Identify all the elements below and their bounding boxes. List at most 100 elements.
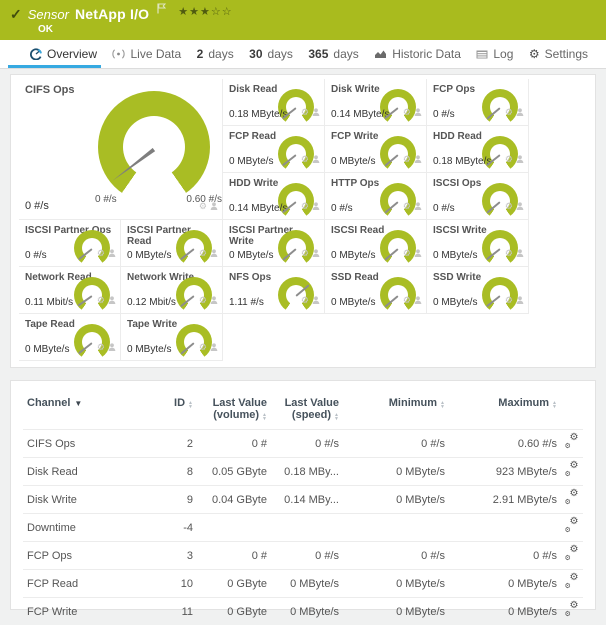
channel-settings-icon[interactable]: ⚙⚙	[566, 604, 579, 616]
sort-icon[interactable]: ▲▼	[188, 401, 193, 409]
gear-icon[interactable]: ⚙	[403, 249, 411, 258]
person-icon[interactable]	[516, 150, 524, 168]
sort-icon[interactable]: ▲▼	[440, 401, 445, 409]
gear-icon[interactable]: ⚙	[403, 108, 411, 117]
person-icon[interactable]	[414, 150, 422, 168]
tab-historic-data[interactable]: Historic Data	[374, 40, 461, 68]
sort-icon[interactable]: ▲▼	[262, 413, 267, 421]
tab-2-days[interactable]: 2 days	[197, 40, 234, 68]
table-row[interactable]: FCP Read 10 0 GByte 0 MByte/s 0 MByte/s …	[23, 570, 583, 598]
table-row[interactable]: CIFS Ops 2 0 # 0 #/s 0 #/s 0.60 #/s ⚙⚙	[23, 430, 583, 458]
person-icon[interactable]	[312, 150, 320, 168]
sort-icon[interactable]: ▲▼	[334, 413, 339, 421]
gear-icon[interactable]: ⚙	[199, 343, 207, 352]
tab-settings[interactable]: ⚙ Settings	[529, 40, 588, 68]
status-badge: OK	[38, 24, 596, 35]
gear-icon[interactable]: ⚙	[199, 249, 207, 258]
table-row[interactable]: Disk Read 8 0.05 GByte 0.18 MBy... 0 MBy…	[23, 458, 583, 486]
col-header-channel[interactable]: Channel▼	[23, 391, 151, 430]
gauge-value: 0 #/s	[433, 203, 455, 214]
person-icon[interactable]	[108, 244, 116, 262]
sort-icon[interactable]: ▲▼	[552, 401, 557, 409]
gear-icon[interactable]: ⚙	[199, 296, 207, 305]
gauge-value: 0 MByte/s	[127, 344, 171, 355]
col-header-minimum[interactable]: Minimum▲▼	[343, 391, 449, 430]
cell-maximum: 0 MByte/s	[449, 570, 561, 598]
col-header-last-value-speed[interactable]: Last Value (speed)▲▼	[271, 391, 343, 430]
person-icon[interactable]	[516, 244, 524, 262]
tab-overview[interactable]: Overview	[30, 40, 97, 68]
gear-icon[interactable]: ⚙	[301, 108, 309, 117]
person-icon[interactable]	[210, 291, 218, 309]
col-header-maximum[interactable]: Maximum▲▼	[449, 391, 561, 430]
tab-number: 365	[308, 47, 328, 61]
tab-live-data[interactable]: Live Data	[112, 40, 181, 68]
person-icon[interactable]	[516, 291, 524, 309]
person-icon[interactable]	[108, 291, 116, 309]
channel-settings-icon[interactable]: ⚙⚙	[566, 492, 579, 504]
table-row[interactable]: Disk Write 9 0.04 GByte 0.14 MBy... 0 MB…	[23, 486, 583, 514]
tab-30-days[interactable]: 30 days	[249, 40, 293, 68]
gear-icon[interactable]: ⚙	[97, 296, 105, 305]
person-icon[interactable]	[414, 197, 422, 215]
cell-maximum: 0 #/s	[449, 542, 561, 570]
person-icon[interactable]	[312, 197, 320, 215]
gear-icon[interactable]: ⚙	[403, 155, 411, 164]
person-icon[interactable]	[414, 103, 422, 121]
gauge-cell: HTTP Ops 0 #/s ⚙	[325, 173, 427, 220]
person-icon[interactable]	[312, 244, 320, 262]
gear-icon[interactable]: ⚙	[505, 202, 513, 211]
cell-last-value-speed: 0.14 MBy...	[271, 486, 343, 514]
person-icon[interactable]	[108, 338, 116, 356]
person-icon[interactable]	[516, 103, 524, 121]
gauge-value: 0 MByte/s	[331, 156, 375, 167]
scale-min-label: 0 #/s	[95, 194, 117, 205]
gear-icon[interactable]: ⚙	[301, 155, 309, 164]
gauge-cell: Tape Read 0 MByte/s ⚙	[19, 314, 121, 361]
gear-icon[interactable]: ⚙	[301, 296, 309, 305]
table-row[interactable]: FCP Write 11 0 GByte 0 MByte/s 0 MByte/s…	[23, 598, 583, 625]
tab-label: Historic Data	[392, 47, 461, 61]
priority-stars[interactable]: ★★★☆☆	[178, 5, 232, 18]
cell-id: 3	[151, 542, 197, 570]
channel-settings-icon[interactable]: ⚙⚙	[566, 464, 579, 476]
channel-table: Channel▼ ID▲▼ Last Value (volume)▲▼ Last…	[23, 391, 583, 625]
tab-log[interactable]: Log	[476, 40, 513, 68]
person-icon[interactable]	[414, 291, 422, 309]
channel-settings-icon[interactable]: ⚙⚙	[566, 576, 579, 588]
gear-icon[interactable]: ⚙	[505, 249, 513, 258]
table-row[interactable]: Downtime -4 ⚙⚙	[23, 514, 583, 542]
gauge-value: 0 MByte/s	[229, 156, 273, 167]
gauge-icon	[30, 48, 42, 60]
gauge-value: 0.18 MByte/s	[229, 109, 287, 120]
gear-icon[interactable]: ⚙	[403, 202, 411, 211]
gear-icon[interactable]: ⚙	[403, 296, 411, 305]
person-icon[interactable]	[312, 103, 320, 121]
person-icon[interactable]	[312, 291, 320, 309]
gear-icon[interactable]: ⚙	[199, 202, 207, 211]
person-icon[interactable]	[516, 197, 524, 215]
col-header-last-value-volume[interactable]: Last Value (volume)▲▼	[197, 391, 271, 430]
gear-icon[interactable]: ⚙	[505, 296, 513, 305]
table-row[interactable]: FCP Ops 3 0 # 0 #/s 0 #/s 0 #/s ⚙⚙	[23, 542, 583, 570]
gear-icon[interactable]: ⚙	[97, 343, 105, 352]
sensor-kind-label: Sensor	[28, 7, 69, 22]
gauges-panel: CIFS Ops 0 #/s 0.60 #/s 0 #/s ⚙ Disk Rea…	[10, 74, 596, 368]
gear-icon[interactable]: ⚙	[301, 249, 309, 258]
person-icon[interactable]	[210, 244, 218, 262]
channel-settings-icon[interactable]: ⚙⚙	[566, 436, 579, 448]
gear-icon[interactable]: ⚙	[505, 155, 513, 164]
gear-icon[interactable]: ⚙	[97, 249, 105, 258]
gauge-cell: ISCSI Partner Write 0 MByte/s ⚙	[223, 220, 325, 267]
log-table-icon	[476, 50, 488, 59]
gear-icon[interactable]: ⚙	[505, 108, 513, 117]
cell-last-value-volume: 0.05 GByte	[197, 458, 271, 486]
person-icon[interactable]	[210, 197, 218, 215]
person-icon[interactable]	[414, 244, 422, 262]
channel-settings-icon[interactable]: ⚙⚙	[566, 548, 579, 560]
person-icon[interactable]	[210, 338, 218, 356]
gear-icon[interactable]: ⚙	[301, 202, 309, 211]
tab-365-days[interactable]: 365 days	[308, 40, 358, 68]
channel-settings-icon[interactable]: ⚙⚙	[566, 520, 579, 532]
col-header-id[interactable]: ID▲▼	[151, 391, 197, 430]
